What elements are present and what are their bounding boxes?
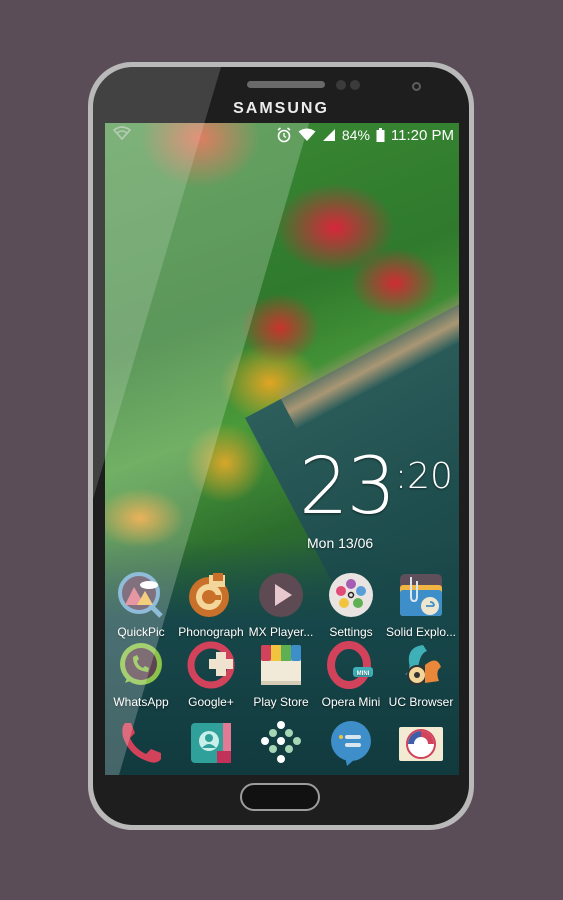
dock-fitbit[interactable] [245,719,317,767]
app-label: Play Store [253,695,309,709]
svg-text:MINI: MINI [357,671,370,677]
clock-widget[interactable]: 23 :20 Mon 13/06 [299,442,453,551]
clock-date: Mon 13/06 [307,535,374,551]
app-phonograph[interactable]: Phonograph [175,571,247,639]
front-sensor [350,80,360,90]
contacts-icon [187,719,235,767]
phone-bezel: SAMSUNG 84% 11:20 PM 23:20 Mon 13/06 Qu… [93,67,469,825]
app-solid-explorer[interactable]: Solid Explo... [385,571,457,639]
app-label: UC Browser [388,695,454,709]
clock-hour: 23 [299,442,396,532]
app-opera-mini[interactable]: MINI Opera Mini [315,641,387,709]
front-sensor [336,80,346,90]
front-camera [412,82,421,91]
battery-icon [376,128,385,142]
app-play-store[interactable]: Play Store [245,641,317,709]
google-plus-icon [187,641,235,689]
status-time: 11:20 PM [390,126,454,144]
app-mx-player[interactable]: MX Player... [245,571,317,639]
brand-logo: SAMSUNG [233,100,329,117]
app-google-plus[interactable]: Google+ [175,641,247,709]
messages-icon [327,719,375,767]
app-uc-browser[interactable]: UC Browser [385,641,457,709]
dock-camera[interactable] [385,719,457,767]
camera-icon [397,719,445,767]
app-settings[interactable]: Settings [315,571,387,639]
home-button[interactable] [240,783,320,811]
phonograph-icon [187,571,235,619]
settings-icon [327,571,375,619]
dock-messages[interactable] [315,719,387,767]
solid-explorer-icon [397,571,445,619]
app-label: Opera Mini [321,695,381,709]
play-store-icon [257,641,305,689]
app-label: Settings [329,625,373,639]
signal-icon [322,128,336,142]
app-label: MX Player... [248,625,314,639]
battery-percent: 84% [341,127,370,143]
opera-mini-icon: MINI [327,641,375,689]
home-screen[interactable]: 84% 11:20 PM 23 :20 Mon 13/06 QuickPic P… [105,123,459,775]
app-label: Phonograph [178,625,244,639]
app-label: Google+ [188,695,234,709]
phone-frame: SAMSUNG 84% 11:20 PM 23:20 Mon 13/06 Qu… [88,62,474,830]
speaker-grille [247,81,325,88]
app-label: Solid Explo... [385,625,457,639]
clock-minute: :20 [395,456,453,497]
fitbit-icon [257,719,305,767]
dock-contacts[interactable] [175,719,247,767]
mx-player-icon [257,571,305,619]
uc-browser-icon [397,641,445,689]
